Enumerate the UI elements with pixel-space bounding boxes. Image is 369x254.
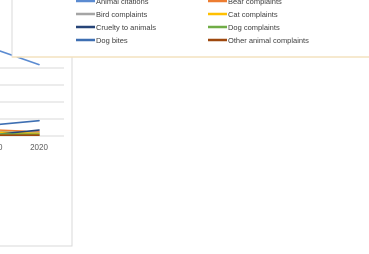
legend-panel: [11, 0, 369, 58]
legend-label: Bird complaints: [96, 10, 148, 19]
legend-label: Cruelty to animals: [96, 23, 156, 32]
legend-label: Other animal complaints: [228, 36, 309, 45]
legend-label: Dog bites: [96, 36, 128, 45]
chart: 20200 Animal citations Bear complaintsBir…: [0, 0, 369, 247]
chart-screenshot: 2020 0 Animal citations Bear complaints Bir…: [0, 0, 369, 254]
legend-label: Animal citations: [96, 0, 149, 6]
legend-label: Bear complaints: [228, 0, 282, 6]
x-tick-label: 2020: [30, 143, 48, 152]
legend-label: Dog complaints: [228, 23, 280, 32]
legend-label: Cat complaints: [228, 10, 278, 19]
